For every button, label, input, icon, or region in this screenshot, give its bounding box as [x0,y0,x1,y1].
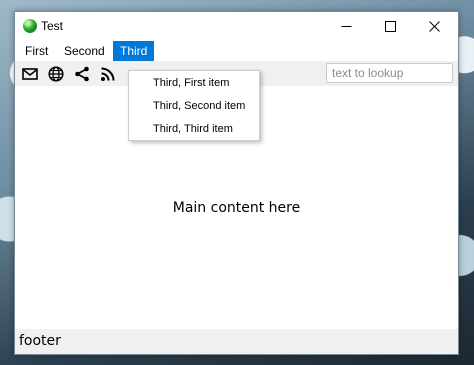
mail-icon[interactable] [20,64,40,84]
search-input[interactable] [326,63,453,83]
status-bar: footer [15,329,458,354]
menu-first[interactable]: First [18,41,55,61]
menu-second[interactable]: Second [57,41,112,61]
window-title: Test [41,19,64,33]
third-menu-dropdown: Third, First item Third, Second item Thi… [128,70,260,141]
globe-icon[interactable] [46,64,66,84]
maximize-icon [384,21,396,32]
close-icon [428,21,440,32]
footer-text: footer [19,333,61,349]
menu-item-third-second[interactable]: Third, Second item [129,95,259,118]
maximize-button[interactable] [368,12,412,41]
minimize-button[interactable] [324,12,368,41]
share-icon[interactable] [72,64,92,84]
rss-icon[interactable] [98,64,118,84]
menu-item-third-first[interactable]: Third, First item [129,72,259,95]
minimize-icon [341,26,351,27]
menu-item-third-third[interactable]: Third, Third item [129,118,259,141]
close-button[interactable] [412,12,456,41]
menu-bar: First Second Third [15,41,458,61]
menu-third[interactable]: Third [113,41,155,61]
main-content-text: Main content here [172,200,301,216]
app-window: Test First Second Third text to lookup M… [14,11,459,355]
app-icon [23,19,37,33]
title-bar[interactable]: Test [15,12,458,41]
